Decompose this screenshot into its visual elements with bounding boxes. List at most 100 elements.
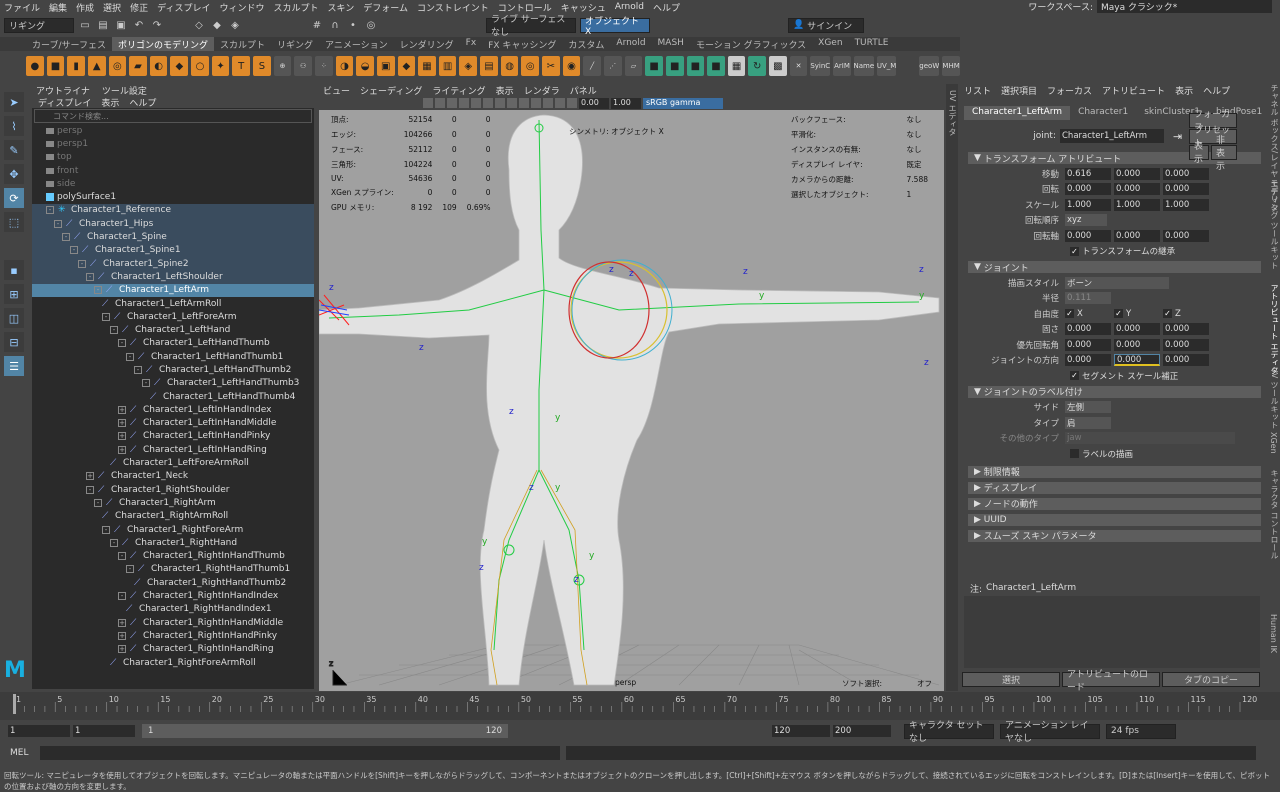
gamma-field[interactable]: 1.00: [611, 97, 641, 109]
expand-toggle-icon[interactable]: -: [134, 365, 142, 374]
collapsed-section[interactable]: ▶ スムーズ スキン パラメータ: [968, 529, 1261, 542]
lasso-tool-icon[interactable]: ⌇: [4, 116, 24, 136]
smooth-icon[interactable]: ⚇: [294, 56, 312, 76]
expand-toggle-icon[interactable]: -: [118, 552, 126, 561]
scale-z[interactable]: 1.000: [1163, 198, 1209, 211]
shelf-tab[interactable]: Arnold: [610, 37, 651, 51]
rotate-order-dropdown[interactable]: xyz: [1065, 214, 1107, 227]
mirror-icon[interactable]: ⊕: [273, 56, 292, 76]
shelf-tab[interactable]: カスタム: [562, 37, 610, 51]
tab-tool-settings[interactable]: ツール設定: [102, 84, 147, 97]
poly-text-icon[interactable]: T: [232, 56, 251, 76]
outliner-item[interactable]: - ⟋ Character1_LeftShoulder: [32, 270, 314, 284]
ao-icon[interactable]: [483, 98, 493, 108]
outliner-item[interactable]: - ⟋ Character1_RightShoulder: [32, 483, 314, 496]
shelf-tab[interactable]: リギング: [271, 37, 319, 51]
outliner-item[interactable]: - ⟋ Character1_RightArm: [32, 496, 314, 509]
expand-toggle-icon[interactable]: -: [126, 352, 134, 361]
expand-toggle-icon[interactable]: -: [142, 379, 150, 388]
boolean-icon[interactable]: ◆: [397, 56, 416, 76]
poly-helix-icon[interactable]: ✦: [211, 56, 230, 76]
tab-modeling-toolkit[interactable]: モデリング ツールキット: [1269, 179, 1280, 270]
menu-item[interactable]: ウィンドウ: [219, 1, 264, 14]
menu-item[interactable]: スキン: [327, 1, 354, 14]
shelf-tab[interactable]: カーブ/サーフェス: [26, 37, 112, 51]
outliner-item[interactable]: - ⟋ Character1_RightHand: [32, 536, 314, 549]
viewport-menu-item[interactable]: ビュー: [323, 84, 350, 97]
dof-x[interactable]: ✓ X: [1065, 308, 1114, 319]
scene-start-field[interactable]: 1: [8, 725, 70, 737]
layout-single-icon[interactable]: ▪: [4, 260, 24, 280]
undo-icon[interactable]: ↶: [132, 18, 146, 32]
joint-orient-z[interactable]: 0.000: [1163, 354, 1209, 367]
notes-area[interactable]: [964, 596, 1260, 668]
isolate-icon[interactable]: [507, 98, 517, 108]
draw-label-checkbox[interactable]: [1070, 449, 1079, 459]
outliner-item[interactable]: - ⟋ Character1_RightForeArm: [32, 523, 314, 536]
layout-side-icon[interactable]: ◫: [4, 308, 24, 328]
uvm-icon[interactable]: UV_M: [876, 56, 897, 76]
reduce-icon[interactable]: ⁘: [314, 56, 333, 76]
bridge-edge-icon[interactable]: ▤: [480, 56, 498, 76]
poly-cube-icon[interactable]: ■: [46, 56, 65, 76]
checker-icon[interactable]: ▩: [769, 56, 787, 76]
bridge-icon[interactable]: ▥: [438, 56, 457, 76]
expand-toggle-icon[interactable]: -: [118, 592, 126, 601]
menu-item[interactable]: 作成: [76, 1, 94, 14]
expand-toggle-icon[interactable]: -: [86, 485, 94, 494]
time-slider-ruler[interactable]: 1 5 10 15 20 25 30 35 40 45 50 55 60 65 70 75 80 85 90 95 10…: [0, 692, 1280, 720]
poly-cylinder-icon[interactable]: ▮: [67, 56, 85, 76]
mhm-icon[interactable]: MHM: [942, 56, 960, 76]
pref-angle-z[interactable]: 0.000: [1163, 338, 1209, 351]
symmetry-dropdown[interactable]: オブジェクト X: [580, 17, 650, 37]
select-tool-icon[interactable]: ➤: [4, 92, 24, 112]
expand-toggle-icon[interactable]: +: [118, 631, 126, 640]
viewport-menu-item[interactable]: レンダラ: [524, 84, 560, 97]
expand-toggle-icon[interactable]: -: [94, 286, 102, 295]
range-handle[interactable]: 1 120: [142, 724, 508, 738]
show-button[interactable]: 表示: [1189, 142, 1209, 165]
expand-toggle-icon[interactable]: -: [78, 259, 86, 268]
time-slider[interactable]: 1 5 10 15 20 25 30 35 40 45 50 55 60 65 70 75 80 85 90 95 10…: [0, 692, 1280, 720]
shelf-tab[interactable]: レンダリング: [394, 37, 460, 51]
outliner-item[interactable]: + ⟋ Character1_RightInHandMiddle: [32, 616, 314, 629]
outliner-item[interactable]: side: [32, 177, 314, 190]
expand-toggle-icon[interactable]: +: [86, 472, 94, 481]
poly-plane-icon[interactable]: ▰: [129, 56, 147, 76]
rotate-axis-x[interactable]: 0.000: [1065, 229, 1111, 242]
viewport-panel[interactable]: ビュー シェーディング ライティング 表示 レンダラ パネル 0.00 1.00 sRGB…: [319, 84, 944, 691]
expand-toggle-icon[interactable]: -: [110, 326, 118, 335]
viewport-menu-item[interactable]: パネル: [570, 84, 597, 97]
expand-toggle-icon[interactable]: -: [70, 246, 78, 255]
menu-item[interactable]: ファイル: [4, 1, 40, 14]
viewport-menu-item[interactable]: ライティング: [432, 84, 485, 97]
menu-item[interactable]: 修正: [130, 1, 148, 14]
draw-style-dropdown[interactable]: ボーン: [1065, 276, 1169, 289]
joint-name-field[interactable]: Character1_LeftArm: [1060, 129, 1164, 143]
expand-toggle-icon[interactable]: -: [86, 272, 94, 281]
translate-y[interactable]: 0.000: [1114, 167, 1160, 180]
stiffness-x[interactable]: 0.000: [1065, 323, 1111, 336]
grid-icon[interactable]: [543, 98, 553, 108]
poly-disc-icon[interactable]: ◐: [149, 56, 168, 76]
outliner-item[interactable]: persp1: [32, 137, 314, 150]
outliner-item[interactable]: + ⟋ Character1_RightInHandPinky: [32, 629, 314, 642]
color-space-dropdown[interactable]: sRGB gamma: [643, 97, 723, 109]
xray-joints-icon[interactable]: [531, 98, 541, 108]
character-set-dropdown[interactable]: キャラクタ セットなし: [904, 721, 994, 744]
collapsed-section[interactable]: ▶ UUID: [968, 513, 1261, 526]
uv-planar-icon[interactable]: ■: [645, 56, 663, 76]
tab-attribute-editor[interactable]: アトリビュート エディタ: [1269, 284, 1280, 375]
layout-four-icon[interactable]: ⊞: [4, 284, 24, 304]
redo-icon[interactable]: ↷: [150, 18, 164, 32]
joint-orient-x[interactable]: 0.000: [1065, 354, 1111, 367]
attr-menu-item[interactable]: フォーカス: [1047, 84, 1092, 97]
outliner-menu-help[interactable]: ヘルプ: [129, 96, 156, 109]
syinc-icon[interactable]: SyinC: [810, 56, 831, 76]
outliner-item[interactable]: - ⟋ Character1_LeftHand: [32, 323, 314, 336]
expand-toggle-icon[interactable]: -: [126, 565, 134, 574]
outliner-item[interactable]: ⟋ Character1_LeftArmRoll: [32, 297, 314, 310]
menu-item[interactable]: ディスプレイ: [157, 1, 210, 14]
scale-x[interactable]: 1.000: [1065, 198, 1111, 211]
poly-platonic-icon[interactable]: ◆: [170, 56, 189, 76]
